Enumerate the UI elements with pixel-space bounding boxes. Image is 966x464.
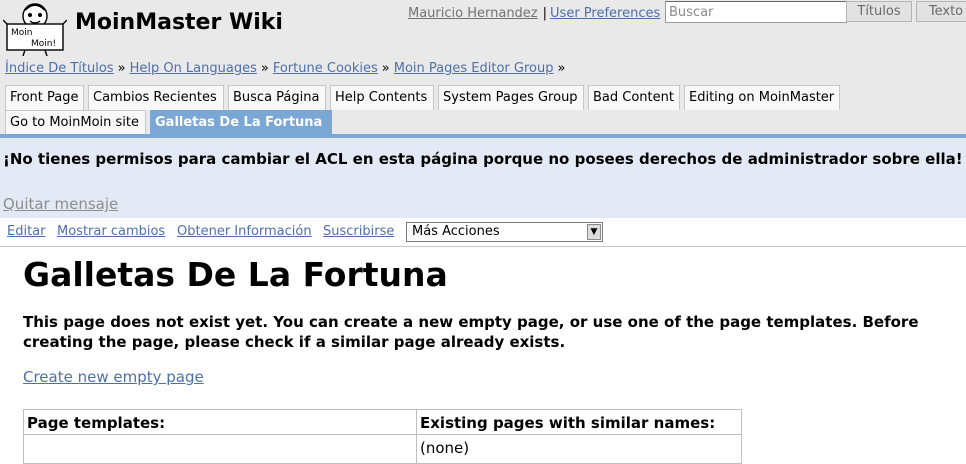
header: Moin Moin! MoinMaster Wiki Mauricio Hern… xyxy=(0,0,966,138)
nav-tab-go-to-moinmoin-site[interactable]: Go to MoinMoin site xyxy=(5,110,146,135)
page-title: Galletas De La Fortuna xyxy=(23,255,448,294)
site-name[interactable]: MoinMaster Wiki xyxy=(75,10,283,35)
message-box: ¡No tienes permisos para cambiar el ACL … xyxy=(0,138,966,218)
nav-tab-system-pages-group[interactable]: System Pages Group xyxy=(438,85,584,110)
page-templates-cell xyxy=(23,434,417,464)
nav-tab-help-contents[interactable]: Help Contents xyxy=(330,85,434,110)
similar-pages-header: Existing pages with similar names: xyxy=(416,409,742,435)
user-name-link[interactable]: Mauricio Hernandez xyxy=(408,6,538,21)
page-templates-header: Page templates: xyxy=(23,409,417,435)
nav-tab-front-page[interactable]: Front Page xyxy=(5,85,84,110)
breadcrumb-separator: » xyxy=(117,61,126,76)
clear-message-link[interactable]: Quitar mensaje xyxy=(3,195,118,213)
nav-tab-find-page[interactable]: Busca Página xyxy=(228,85,326,110)
search-titles-button[interactable]: Títulos xyxy=(846,1,912,22)
breadcrumb-item-moin-pages-editor-group[interactable]: Moin Pages Editor Group xyxy=(394,61,554,76)
breadcrumb-separator: » xyxy=(260,61,269,76)
nav-tab-editing-on-moinmaster[interactable]: Editing on MoinMaster xyxy=(684,85,840,110)
table-row: (none) xyxy=(23,434,742,464)
search-text-button[interactable]: Texto xyxy=(916,1,966,22)
breadcrumb: Índice De Títulos» Help On Languages» Fort… xyxy=(5,61,569,76)
more-actions-select[interactable]: Más Acciones ▼ xyxy=(406,222,603,242)
moinmoin-logo-icon[interactable]: Moin Moin! xyxy=(3,2,67,56)
page-not-exist-message: This page does not exist yet. You can cr… xyxy=(23,313,919,351)
user-menu-separator: | xyxy=(542,6,548,21)
table-row: Page templates: Existing pages with simi… xyxy=(23,409,742,435)
more-actions-value: Más Acciones xyxy=(412,224,500,239)
nav-tab-current-page[interactable]: Galletas De La Fortuna xyxy=(150,110,332,135)
logo-text-bottom: Moin! xyxy=(31,39,56,49)
message-text: ¡No tienes permisos para cambiar el ACL … xyxy=(3,150,963,168)
nav-tab-recent-changes[interactable]: Cambios Recientes xyxy=(88,85,224,110)
breadcrumb-separator: » xyxy=(557,61,566,76)
breadcrumb-item-help-on-languages[interactable]: Help On Languages xyxy=(130,61,257,76)
edit-link[interactable]: Editar xyxy=(7,224,46,239)
subscribe-link[interactable]: Suscribirse xyxy=(323,224,394,239)
create-new-empty-page-link[interactable]: Create new empty page xyxy=(23,368,204,386)
breadcrumb-item-title-index[interactable]: Índice De Títulos xyxy=(5,61,114,76)
breadcrumb-separator: » xyxy=(381,61,390,76)
user-preferences-link[interactable]: User Preferences xyxy=(550,6,660,21)
nav-tab-bad-content[interactable]: Bad Content xyxy=(588,85,680,110)
get-info-link[interactable]: Obtener Información xyxy=(177,224,312,239)
templates-table: Page templates: Existing pages with simi… xyxy=(23,409,742,464)
edit-bar: Editar Mostrar cambios Obtener Informaci… xyxy=(0,218,966,247)
breadcrumb-item-fortune-cookies[interactable]: Fortune Cookies xyxy=(273,61,378,76)
search-input[interactable] xyxy=(665,1,847,23)
dropdown-arrow-icon: ▼ xyxy=(587,224,601,240)
logo-text-top: Moin xyxy=(11,28,32,38)
show-changes-link[interactable]: Mostrar cambios xyxy=(57,224,165,239)
similar-pages-cell: (none) xyxy=(416,434,742,464)
user-menu: Mauricio Hernandez | User Preferences xyxy=(408,6,660,21)
